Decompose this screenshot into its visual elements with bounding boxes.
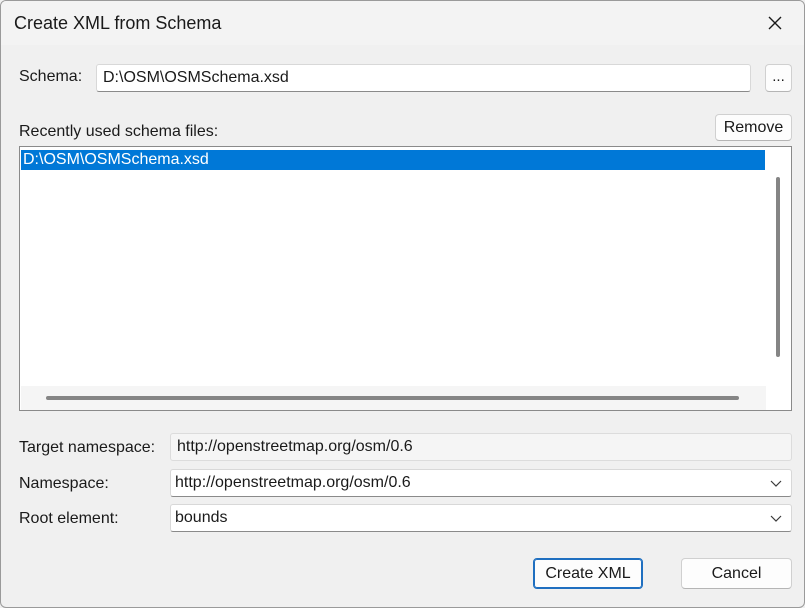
vertical-scrollbar[interactable] bbox=[773, 170, 791, 386]
target-namespace-field: http://openstreetmap.org/osm/0.6 bbox=[170, 433, 792, 461]
schema-path-input[interactable]: D:\OSM\OSMSchema.xsd bbox=[96, 64, 751, 92]
recent-files-list[interactable]: D:\OSM\OSMSchema.xsd bbox=[19, 146, 792, 411]
remove-button[interactable]: Remove bbox=[715, 114, 792, 141]
horizontal-scrollbar-thumb[interactable] bbox=[46, 396, 739, 400]
browse-button[interactable]: ... bbox=[765, 64, 792, 92]
title-bar: Create XML from Schema bbox=[1, 1, 804, 45]
chevron-down-icon bbox=[770, 515, 782, 522]
create-xml-button[interactable]: Create XML bbox=[533, 558, 643, 589]
close-icon bbox=[768, 16, 782, 30]
vertical-scrollbar-thumb[interactable] bbox=[776, 177, 780, 357]
cancel-button[interactable]: Cancel bbox=[681, 558, 792, 589]
list-item[interactable]: D:\OSM\OSMSchema.xsd bbox=[21, 150, 765, 170]
schema-label: Schema: bbox=[19, 68, 83, 85]
close-button[interactable] bbox=[746, 1, 804, 45]
namespace-dropdown[interactable]: http://openstreetmap.org/osm/0.6 bbox=[170, 469, 792, 497]
root-element-dropdown[interactable]: bounds bbox=[170, 504, 792, 532]
schema-path-value: D:\OSM\OSMSchema.xsd bbox=[103, 69, 289, 86]
root-element-value: bounds bbox=[175, 509, 228, 526]
create-xml-dialog: Create XML from Schema Schema: D:\OSM\OS… bbox=[0, 0, 805, 608]
horizontal-scrollbar[interactable] bbox=[21, 386, 766, 410]
target-namespace-value: http://openstreetmap.org/osm/0.6 bbox=[177, 438, 413, 455]
namespace-value: http://openstreetmap.org/osm/0.6 bbox=[175, 474, 411, 491]
namespace-label: Namespace: bbox=[19, 475, 109, 492]
target-namespace-label: Target namespace: bbox=[19, 439, 156, 456]
chevron-down-icon bbox=[770, 480, 782, 487]
recent-files-label: Recently used schema files: bbox=[19, 123, 219, 140]
root-element-label: Root element: bbox=[19, 510, 119, 527]
dialog-title: Create XML from Schema bbox=[14, 13, 222, 33]
